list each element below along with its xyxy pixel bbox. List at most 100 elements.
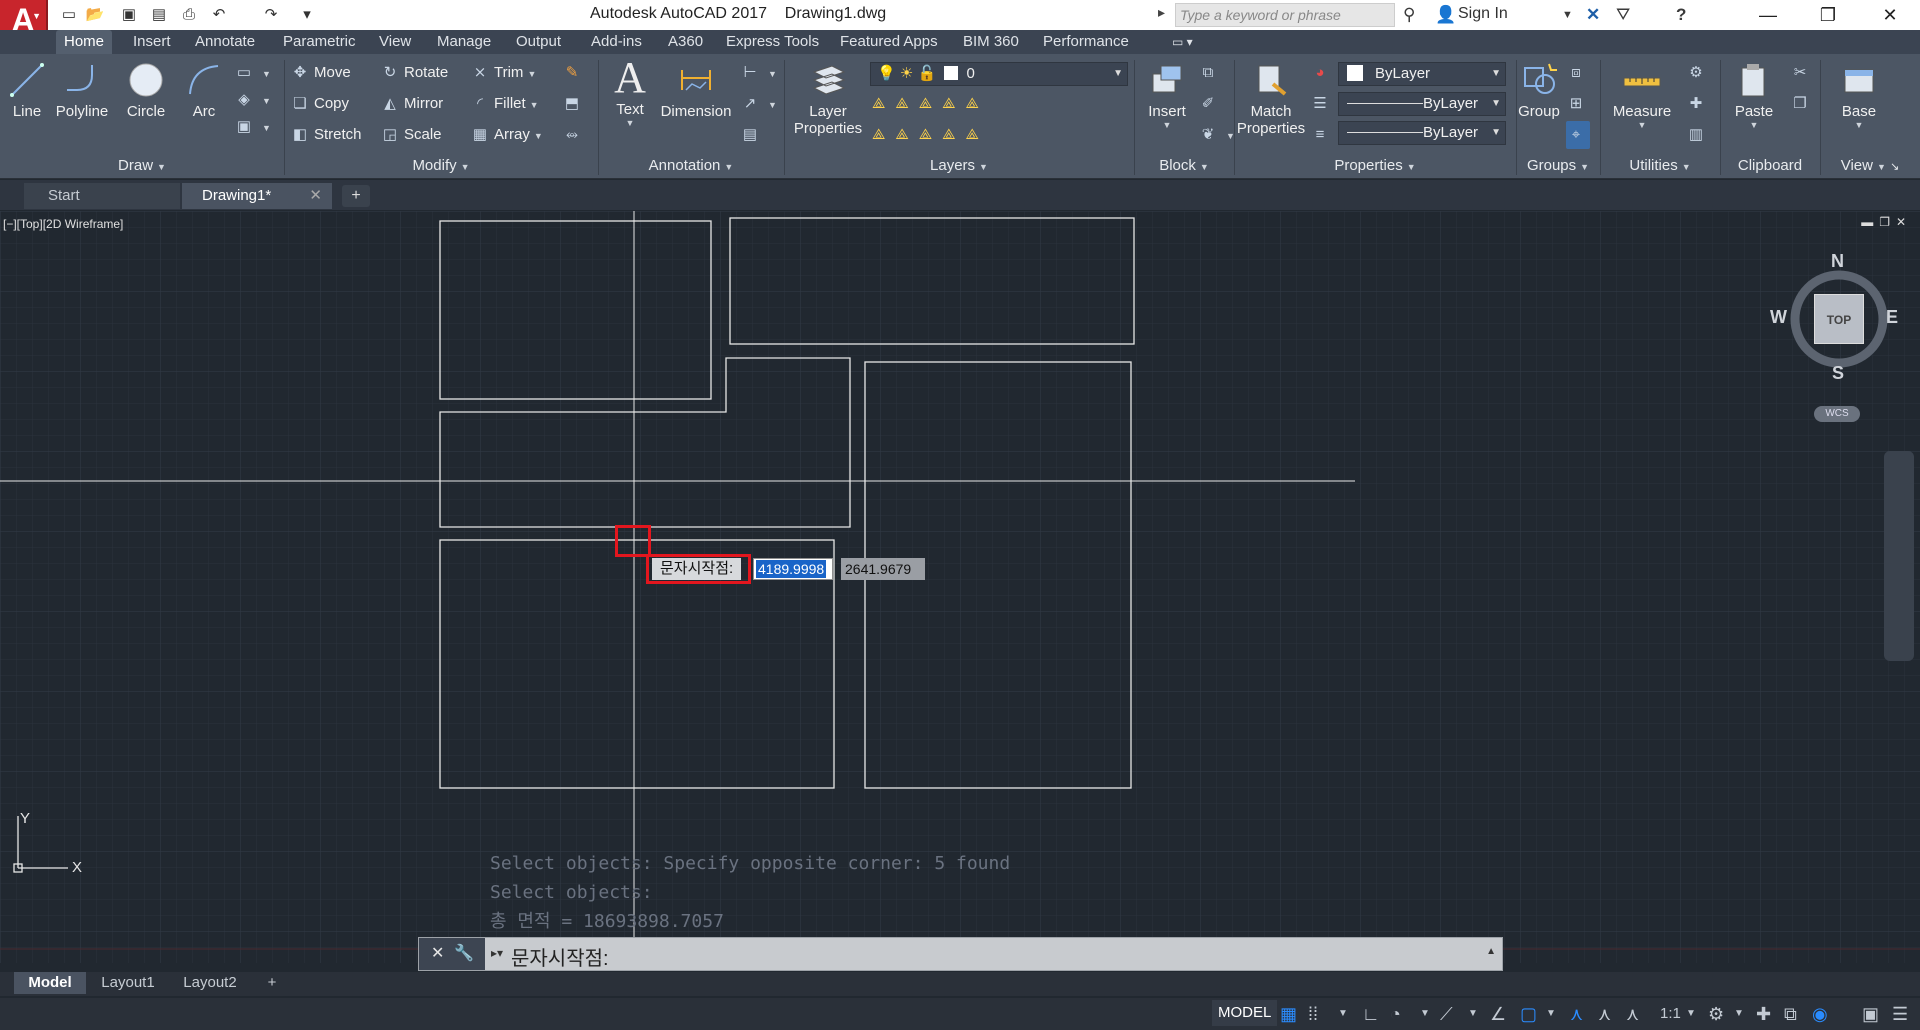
text-button[interactable]: A Text ▼	[608, 56, 652, 129]
save-as-icon[interactable]: ▤	[148, 4, 170, 26]
groups-panel-title[interactable]: Groups ▼	[1516, 155, 1600, 177]
tab-express-tools[interactable]: Express Tools	[718, 30, 827, 54]
rotate-button[interactable]: ↻ Rotate	[380, 59, 449, 87]
tab-featured-apps[interactable]: Featured Apps	[832, 30, 946, 54]
tab-view[interactable]: View	[371, 30, 419, 54]
viewport-controls[interactable]: [−][Top][2D Wireframe]	[3, 217, 123, 231]
dynamic-input-y-field[interactable]: 2641.9679	[841, 558, 925, 580]
compass-north-label[interactable]: N	[1831, 251, 1844, 272]
hatch-icon[interactable]: ◈ ▼	[234, 86, 271, 114]
auto-scale-icon[interactable]: ⋏	[1598, 1004, 1611, 1024]
customize-quick-access-icon[interactable]: ▾	[296, 4, 318, 26]
new-tab-icon[interactable]: +	[342, 185, 370, 207]
region-icon[interactable]: ▣ ▼	[234, 113, 271, 141]
command-prompt-icon[interactable]: ▸▾	[491, 946, 503, 960]
tab-add-ins[interactable]: Add-ins	[583, 30, 650, 54]
id-point-icon[interactable]: ✚	[1686, 90, 1710, 118]
multileader-icon[interactable]: ↗ ▼	[740, 90, 777, 118]
add-layout-icon[interactable]: +	[260, 972, 284, 994]
close-window-button[interactable]: ✕	[1862, 0, 1918, 30]
stretch-button[interactable]: ◧ Stretch	[290, 121, 362, 149]
command-line[interactable]: ✕🔧 ▸▾ 문자시작점: ▲	[418, 937, 1503, 971]
attribute-icon[interactable]: ❦ ▼	[1198, 121, 1235, 149]
help-icon[interactable]: ?	[1676, 4, 1686, 26]
drawing-canvas[interactable]: [−][Top][2D Wireframe] ▬❐✕ Y X N S E W T…	[0, 211, 1920, 963]
group-button[interactable]: Group	[1514, 60, 1564, 120]
command-line-controls[interactable]: ✕🔧	[419, 938, 485, 970]
chevron-down-icon[interactable]: ▼	[1420, 1004, 1430, 1024]
object-snap-icon[interactable]: ▢	[1520, 1004, 1537, 1024]
chevron-down-icon[interactable]: ▼	[1546, 1004, 1556, 1024]
chevron-down-icon[interactable]: ▼	[1686, 1004, 1696, 1024]
chevron-down-icon[interactable]: ▼	[1734, 1004, 1744, 1024]
tab-home[interactable]: Home	[56, 30, 113, 54]
tab-output[interactable]: Output	[508, 30, 569, 54]
compass-east-label[interactable]: E	[1886, 307, 1898, 328]
properties-panel-title[interactable]: Properties ▼	[1234, 155, 1516, 177]
layer-tools-row-1[interactable]: ⟁⟁⟁⟁⟁	[872, 90, 989, 118]
close-tab-icon[interactable]: ✕	[309, 183, 322, 209]
isolate-objects-icon[interactable]: ⧉	[1784, 1004, 1797, 1024]
redo-icon[interactable]: ↷	[260, 4, 282, 26]
tab-performance[interactable]: Performance	[1035, 30, 1137, 54]
maximize-button[interactable]: ❐	[1800, 0, 1856, 30]
fillet-button[interactable]: ◜ Fillet ▼	[470, 90, 539, 118]
sign-in-button[interactable]: Sign In	[1458, 5, 1508, 23]
copy-clip-icon[interactable]: ❐	[1790, 90, 1814, 118]
new-file-icon[interactable]: ▭	[58, 4, 80, 26]
linetype-dropdown[interactable]: ByLayer ▼	[1338, 92, 1506, 116]
wrench-icon[interactable]: 🔧	[454, 945, 484, 962]
quick-select-icon[interactable]: ⚙	[1686, 59, 1710, 87]
leader-icon[interactable]: ⊢ ▼	[740, 59, 776, 87]
save-icon[interactable]: ▣	[118, 4, 140, 26]
chevron-down-icon[interactable]: ▼	[1468, 1004, 1478, 1024]
mirror-button[interactable]: ◭ Mirror	[380, 90, 443, 118]
chevron-up-icon[interactable]: ▲	[1486, 946, 1496, 957]
move-button[interactable]: ✥ Move	[290, 59, 351, 87]
minimize-button[interactable]: —	[1740, 0, 1796, 30]
group-edit-icon[interactable]: ⊞	[1566, 90, 1590, 118]
exchange-apps-icon[interactable]: ✕	[1586, 4, 1600, 26]
arc-button[interactable]: Arc	[182, 60, 226, 120]
workspace-gear-icon[interactable]: ⚙	[1708, 1004, 1724, 1024]
annotation-panel-title[interactable]: Annotation ▼	[598, 155, 784, 177]
ungroup-icon[interactable]: ⧈	[1566, 59, 1590, 87]
tab-a360[interactable]: A360	[660, 30, 711, 54]
calculator-icon[interactable]: ▥	[1686, 121, 1710, 149]
polar-tracking-icon[interactable]: ◔	[1390, 1004, 1401, 1024]
object-snap-tracking-icon[interactable]: ∠	[1490, 1004, 1506, 1024]
tab-insert[interactable]: Insert	[125, 30, 179, 54]
binoculars-icon[interactable]: ⚲	[1403, 4, 1415, 26]
rectangle-icon[interactable]: ▭ ▼	[234, 59, 271, 87]
trim-button[interactable]: ⨯ Trim ▼	[470, 59, 537, 87]
compass-west-label[interactable]: W	[1770, 307, 1787, 328]
draw-panel-title[interactable]: Draw ▼	[0, 155, 284, 177]
measure-button[interactable]: Measure ▼	[1606, 60, 1678, 130]
explode-icon[interactable]: ⬒	[562, 90, 586, 118]
annotation-scale-icon[interactable]: ⋏	[1626, 1004, 1639, 1024]
color-dropdown[interactable]: ByLayer ▼	[1338, 62, 1506, 86]
viewport-window-controls[interactable]: ▬❐✕	[1861, 215, 1912, 229]
block-panel-title[interactable]: Block ▼	[1134, 155, 1234, 177]
file-tab-start[interactable]: Start	[24, 183, 180, 209]
polyline-button[interactable]: Polyline	[52, 60, 112, 120]
viewcube-top-face[interactable]: TOP	[1814, 294, 1864, 344]
layer-dropdown[interactable]: 💡 ☀ 🔓 0 ▼	[870, 62, 1128, 86]
utilities-panel-title[interactable]: Utilities ▼	[1600, 155, 1720, 177]
compass-south-label[interactable]: S	[1832, 363, 1844, 384]
model-space-toggle[interactable]: MODEL	[1212, 1000, 1278, 1026]
tab-annotate[interactable]: Annotate	[187, 30, 263, 54]
plot-icon[interactable]: ⎙	[178, 4, 200, 26]
clean-screen-icon[interactable]: ▣	[1862, 1004, 1879, 1024]
offset-icon[interactable]: ⥈	[562, 121, 586, 149]
circle-button[interactable]: Circle	[122, 60, 170, 120]
layer-properties-button[interactable]: Layer Properties	[790, 60, 866, 137]
edit-block-icon[interactable]: ✐	[1198, 90, 1222, 118]
grid-display-icon[interactable]: ▦	[1280, 1004, 1297, 1024]
group-selection-toggle[interactable]: ⌖	[1566, 121, 1590, 149]
layout-tab-model[interactable]: Model	[14, 972, 86, 994]
dynamic-input-x-field[interactable]: 4189.9998	[753, 558, 833, 580]
layer-tools-row-2[interactable]: ⟁⟁⟁⟁⟁	[872, 121, 989, 149]
open-file-icon[interactable]: 📂	[84, 4, 106, 26]
layers-panel-title[interactable]: Layers ▼	[784, 155, 1134, 177]
